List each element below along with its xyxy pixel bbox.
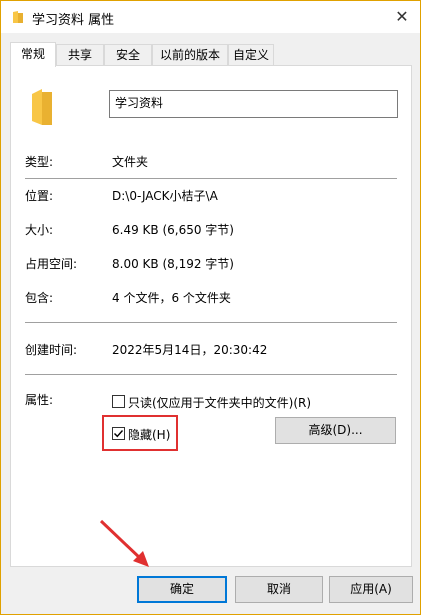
created-value: 2022年5月14日，20:30:42 — [112, 343, 268, 357]
tab-sharing[interactable]: 共享 — [56, 44, 104, 66]
close-icon: ✕ — [395, 7, 409, 26]
contains-label: 包含: — [25, 291, 54, 305]
divider — [25, 322, 397, 323]
tab-security[interactable]: 安全 — [104, 44, 152, 66]
type-value: 文件夹 — [112, 155, 149, 169]
annotation-arrow-icon — [99, 519, 149, 567]
tab-customize[interactable]: 自定义 — [228, 44, 274, 66]
title-bar[interactable]: 学习资料 属性 ✕ — [1, 1, 420, 33]
size-label: 大小: — [25, 223, 54, 237]
tab-previous-versions[interactable]: 以前的版本 — [152, 44, 228, 66]
divider — [25, 374, 397, 375]
apply-button[interactable]: 应用(A) — [329, 576, 413, 603]
location-value: D:\0-JACK小桔子\A — [112, 189, 218, 203]
large-folder-icon — [32, 89, 52, 125]
properties-window: 学习资料 属性 ✕ 常规 共享 安全 以前的版本 自定义 学习资料 类型: 文件… — [0, 0, 421, 615]
ok-button[interactable]: 确定 — [137, 576, 227, 603]
readonly-checkbox[interactable] — [112, 395, 125, 408]
close-button[interactable]: ✕ — [390, 5, 414, 29]
folder-icon — [13, 11, 23, 23]
folder-name-field[interactable]: 学习资料 — [109, 90, 398, 118]
divider — [25, 178, 397, 179]
highlight-box — [102, 415, 178, 451]
window-title: 学习资料 属性 — [32, 13, 115, 28]
disk-size-label: 占用空间: — [25, 257, 78, 271]
location-label: 位置: — [25, 189, 54, 203]
type-label: 类型: — [25, 155, 54, 169]
readonly-label: 只读(仅应用于文件夹中的文件)(R) — [128, 396, 312, 410]
general-panel — [10, 65, 412, 567]
created-label: 创建时间: — [25, 343, 78, 357]
size-value: 6.49 KB (6,650 字节) — [112, 223, 234, 237]
cancel-button[interactable]: 取消 — [235, 576, 323, 603]
contains-value: 4 个文件，6 个文件夹 — [112, 291, 231, 305]
attributes-label: 属性: — [25, 393, 54, 407]
tab-general[interactable]: 常规 — [10, 42, 56, 67]
advanced-button[interactable]: 高级(D)... — [275, 417, 396, 444]
disk-size-value: 8.00 KB (8,192 字节) — [112, 257, 234, 271]
